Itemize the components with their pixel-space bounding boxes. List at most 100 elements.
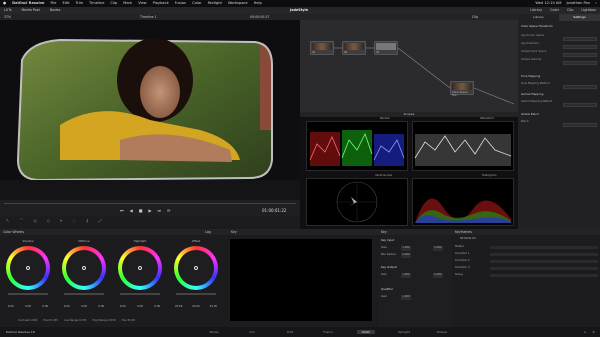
page-deliver[interactable]: Deliver: [433, 330, 451, 334]
node-03[interactable]: 03: [374, 41, 398, 55]
menu-fairlight[interactable]: Fairlight: [208, 0, 222, 7]
shadow-master-slider[interactable]: [8, 293, 48, 295]
menu-workspace[interactable]: Workspace: [228, 0, 248, 7]
pivot-value[interactable]: Pivot 0.435: [43, 319, 58, 322]
menu-trim[interactable]: Trim: [75, 0, 83, 7]
keyframe-row-corrector-3[interactable]: Corrector 3: [455, 266, 487, 271]
page-fairlight[interactable]: Fairlight: [395, 330, 413, 334]
search-icon[interactable]: ⌕: [595, 0, 597, 7]
play-reverse-icon[interactable]: ◀: [130, 208, 133, 213]
node-editor[interactable]: 01 02 03 Color Space Tra...: [300, 20, 518, 112]
offset-master-slider[interactable]: [176, 293, 216, 295]
user-name[interactable]: Jonathan Pan: [566, 0, 590, 7]
shadow-wheel-handle[interactable]: [26, 266, 30, 270]
key-output-offset[interactable]: 0.000: [433, 273, 443, 278]
key-input-offset[interactable]: 0.000: [433, 246, 443, 251]
keyframe-track-corrector-1[interactable]: [490, 253, 598, 256]
skip-forward-icon[interactable]: ⏭: [158, 208, 162, 213]
blend-slider[interactable]: [563, 123, 597, 127]
home-icon[interactable]: ⌂: [584, 330, 586, 334]
menu-help[interactable]: Help: [254, 0, 262, 7]
gamut-mapping-select[interactable]: [563, 103, 597, 107]
sizing-tool-icon[interactable]: ⤢: [99, 218, 102, 224]
wheels-footer: Contrast 1.000 Pivot 0.435 Low Range 0.3…: [0, 316, 228, 324]
target-tool-icon[interactable]: ◎: [33, 218, 37, 224]
color-toolbar-button[interactable]: Color: [550, 7, 559, 14]
input-gamma-select[interactable]: [563, 45, 597, 49]
offset-wheel-handle[interactable]: [194, 266, 198, 270]
zoom-level[interactable]: 37%: [4, 15, 11, 19]
keyframe-track-corrector-3[interactable]: [490, 267, 598, 270]
key-tool-icon[interactable]: ⚷: [86, 218, 89, 224]
menu-file[interactable]: File: [51, 0, 57, 7]
settings-icon[interactable]: ⚙: [592, 330, 595, 334]
low-range-value[interactable]: Low Range 0.333: [64, 319, 86, 322]
tone-mapping-select[interactable]: [563, 85, 597, 89]
playhead-scrubber[interactable]: [4, 203, 296, 204]
shadow-wheel-control[interactable]: [6, 246, 50, 290]
offset-wheel-control[interactable]: [174, 246, 218, 290]
output-gamma-select[interactable]: [563, 61, 597, 65]
curve-tool-icon[interactable]: ⌒: [19, 218, 23, 224]
lightbox-button[interactable]: Lightbox: [581, 7, 596, 14]
library-button[interactable]: Library: [530, 7, 542, 14]
contrast-value[interactable]: Contrast 1.000: [18, 319, 37, 322]
luts-button[interactable]: LUTs: [4, 7, 11, 14]
menu-color[interactable]: Color: [192, 0, 201, 7]
page-color[interactable]: Color: [357, 330, 375, 334]
key-preview[interactable]: [230, 239, 372, 321]
menu-clip[interactable]: Clip: [110, 0, 117, 7]
high-range-value[interactable]: High Range 0.550: [92, 319, 115, 322]
menu-mark[interactable]: Mark: [123, 0, 132, 7]
tab-library[interactable]: Library: [518, 14, 559, 21]
midtone-wheel-handle[interactable]: [82, 266, 86, 270]
menu-playback[interactable]: Playback: [153, 0, 169, 7]
page-fusion[interactable]: Fusion: [319, 330, 337, 334]
highlight-master-slider[interactable]: [120, 293, 160, 295]
keyframe-row-sizing[interactable]: Sizing: [455, 273, 487, 278]
window-tool-icon[interactable]: ◇: [47, 218, 50, 224]
keyframe-row-corrector-1[interactable]: Corrector 1: [455, 252, 487, 257]
key-output-gain[interactable]: 1.000: [401, 273, 411, 278]
node-02[interactable]: 02: [342, 41, 366, 55]
tone-mapping-section: Tone Mapping: [521, 74, 541, 78]
nodes-button[interactable]: Nodes: [50, 7, 61, 14]
play-icon[interactable]: ▶: [148, 208, 151, 213]
node-04[interactable]: Color Space Tra...: [450, 81, 474, 97]
key-input-gain[interactable]: 1.000: [401, 246, 411, 251]
tab-settings[interactable]: Settings: [559, 14, 600, 21]
cursor-tool-icon[interactable]: ↖: [6, 218, 9, 224]
highlight-wheel-handle[interactable]: [138, 266, 142, 270]
menu-timeline[interactable]: Timeline: [89, 0, 104, 7]
page-edit[interactable]: Edit: [281, 330, 299, 334]
menu-app[interactable]: DaVinci Resolve: [12, 0, 44, 7]
keyframe-track-master[interactable]: [490, 246, 598, 249]
video-viewer[interactable]: [0, 20, 300, 200]
qualifier-gain[interactable]: 1.000: [401, 295, 411, 300]
apple-icon[interactable]: ●: [3, 0, 6, 7]
midtone-master-slider[interactable]: [64, 293, 104, 295]
keyframe-row-master[interactable]: Master: [455, 245, 487, 250]
page-media[interactable]: Media: [205, 330, 223, 334]
tracker-tool-icon[interactable]: ⌖: [60, 218, 62, 224]
page-cut[interactable]: Cut: [243, 330, 261, 334]
keyframe-row-corrector-2[interactable]: Corrector 2: [455, 259, 487, 264]
keyframe-track-corrector-2[interactable]: [490, 260, 598, 263]
stop-icon[interactable]: ■: [139, 208, 143, 213]
input-color-space-select[interactable]: [563, 37, 597, 41]
key-input-blur[interactable]: 0.000: [401, 253, 411, 258]
hue-value[interactable]: Hue 50.00: [122, 319, 135, 322]
midtone-wheel-control[interactable]: [62, 246, 106, 290]
keyframe-track-sizing[interactable]: [490, 274, 598, 277]
node-01[interactable]: 01: [310, 41, 334, 55]
skip-back-icon[interactable]: ⏮: [120, 208, 124, 213]
media-pool-button[interactable]: Media Pool: [21, 7, 39, 14]
clip-toolbar-button[interactable]: Clip: [567, 7, 573, 14]
output-color-space-select[interactable]: [563, 53, 597, 57]
loop-icon[interactable]: ⟳: [167, 208, 170, 213]
menu-edit[interactable]: Edit: [63, 0, 70, 7]
highlight-wheel-control[interactable]: [118, 246, 162, 290]
menu-fusion[interactable]: Fusion: [175, 0, 187, 7]
blur-tool-icon[interactable]: ◌: [72, 218, 76, 224]
menu-view[interactable]: View: [138, 0, 147, 7]
